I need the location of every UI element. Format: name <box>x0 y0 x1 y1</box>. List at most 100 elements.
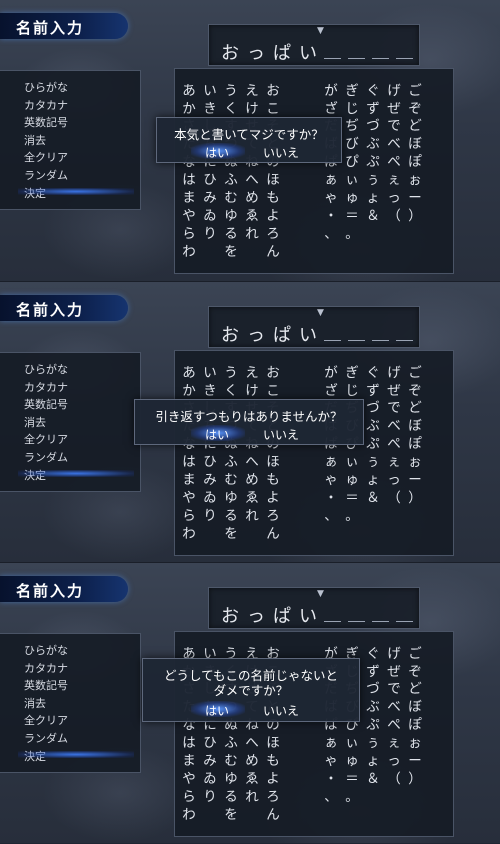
kana-key[interactable]: ぶ <box>362 132 384 152</box>
kana-key[interactable]: ぉ <box>404 731 426 751</box>
kana-key[interactable]: が <box>320 361 342 381</box>
kana-key[interactable]: め <box>241 749 263 769</box>
kana-key[interactable]: ・ <box>320 767 342 787</box>
menu-item[interactable]: ひらがな <box>24 361 68 377</box>
kana-key[interactable]: ー <box>404 468 426 488</box>
kana-key[interactable]: お <box>262 361 284 381</box>
kana-key[interactable]: ょ <box>362 749 384 769</box>
kana-key[interactable]: ー <box>404 749 426 769</box>
kana-key[interactable]: や <box>178 486 200 506</box>
kana-key[interactable]: ぃ <box>341 731 363 751</box>
kana-key[interactable]: わ <box>178 803 200 823</box>
kana-key[interactable]: ふ <box>220 450 242 470</box>
kana-key[interactable]: よ <box>262 767 284 787</box>
kana-key[interactable]: え <box>241 79 263 99</box>
kana-key[interactable]: 、 <box>320 222 342 242</box>
kana-key[interactable]: ろ <box>262 222 284 242</box>
no-button[interactable]: いいえ <box>263 702 299 719</box>
kana-key[interactable]: ら <box>178 504 200 524</box>
kana-key[interactable]: も <box>262 749 284 769</box>
kana-key[interactable]: べ <box>383 414 405 434</box>
kana-key[interactable]: ＆ <box>362 486 384 506</box>
kana-key[interactable]: ・ <box>320 204 342 224</box>
kana-key[interactable]: む <box>220 749 242 769</box>
kana-key[interactable]: ゆ <box>220 204 242 224</box>
kana-key[interactable]: ん <box>262 803 284 823</box>
menu-item[interactable]: 消去 <box>24 414 46 430</box>
no-button[interactable]: いいえ <box>263 144 299 161</box>
no-button[interactable]: いいえ <box>263 426 299 443</box>
menu-item[interactable]: カタカナ <box>24 97 68 113</box>
kana-key[interactable]: ぷ <box>362 432 384 452</box>
kana-key[interactable]: ど <box>404 114 426 134</box>
kana-key[interactable]: 。 <box>341 785 363 805</box>
menu-item[interactable]: ランダム <box>24 730 68 746</box>
kana-key[interactable]: ー <box>404 186 426 206</box>
menu-item[interactable]: カタカナ <box>24 379 68 395</box>
kana-key[interactable]: ひ <box>199 450 221 470</box>
kana-key[interactable]: ゑ <box>241 767 263 787</box>
kana-key[interactable]: ご <box>404 642 426 662</box>
kana-key[interactable]: る <box>220 222 242 242</box>
kana-key[interactable]: は <box>178 731 200 751</box>
yes-button[interactable]: はい <box>205 702 229 719</box>
kana-key[interactable]: ほ <box>262 731 284 751</box>
kana-key[interactable]: っ <box>383 749 405 769</box>
kana-key[interactable]: ぇ <box>383 450 405 470</box>
kana-key[interactable]: ぃ <box>341 168 363 188</box>
yes-button[interactable]: はい <box>205 144 229 161</box>
menu-item[interactable]: 消去 <box>24 132 46 148</box>
kana-key[interactable]: ぐ <box>362 79 384 99</box>
kana-key[interactable]: 。 <box>341 504 363 524</box>
kana-key[interactable]: づ <box>362 677 384 697</box>
kana-key[interactable]: べ <box>383 132 405 152</box>
menu-item[interactable]: 英数記号 <box>24 396 68 412</box>
kana-key[interactable]: ぇ <box>383 731 405 751</box>
kana-key[interactable]: る <box>220 504 242 524</box>
kana-key[interactable]: め <box>241 468 263 488</box>
kana-key[interactable]: ご <box>404 361 426 381</box>
kana-key[interactable]: ゑ <box>241 486 263 506</box>
kana-key[interactable]: を <box>220 803 242 823</box>
kana-key[interactable]: で <box>383 677 405 697</box>
kana-key[interactable]: ん <box>262 240 284 260</box>
kana-key[interactable]: る <box>220 785 242 805</box>
kana-key[interactable]: げ <box>383 361 405 381</box>
kana-key[interactable]: り <box>199 222 221 242</box>
kana-key[interactable]: べ <box>383 695 405 715</box>
kana-key[interactable]: ひ <box>199 731 221 751</box>
kana-key[interactable]: （ <box>383 767 405 787</box>
kana-key[interactable]: ゅ <box>341 186 363 206</box>
menu-item[interactable]: 全クリア <box>24 149 68 165</box>
kana-key[interactable]: ま <box>178 468 200 488</box>
kana-key[interactable]: ゆ <box>220 486 242 506</box>
kana-key[interactable]: （ <box>383 486 405 506</box>
kana-key[interactable]: ゆ <box>220 767 242 787</box>
kana-key[interactable]: で <box>383 396 405 416</box>
kana-key[interactable]: ） <box>404 204 426 224</box>
kana-key[interactable]: ぅ <box>362 450 384 470</box>
menu-item[interactable]: ランダム <box>24 449 68 465</box>
menu-item[interactable]: 英数記号 <box>24 114 68 130</box>
kana-key[interactable]: ゃ <box>320 468 342 488</box>
kana-key[interactable]: ん <box>262 522 284 542</box>
kana-key[interactable]: ぢ <box>341 114 363 134</box>
kana-key[interactable]: ぷ <box>362 150 384 170</box>
kana-key[interactable]: い <box>199 79 221 99</box>
kana-key[interactable]: へ <box>241 450 263 470</box>
kana-key[interactable]: っ <box>383 468 405 488</box>
kana-key[interactable]: ほ <box>262 450 284 470</box>
kana-key[interactable]: へ <box>241 168 263 188</box>
kana-key[interactable]: ぇ <box>383 168 405 188</box>
kana-key[interactable]: ぼ <box>404 132 426 152</box>
kana-key[interactable]: ぁ <box>320 168 342 188</box>
kana-key[interactable]: ぼ <box>404 414 426 434</box>
kana-key[interactable]: も <box>262 468 284 488</box>
kana-key[interactable]: ＆ <box>362 767 384 787</box>
kana-key[interactable]: ゑ <box>241 204 263 224</box>
kana-key[interactable]: を <box>220 522 242 542</box>
kana-key[interactable]: み <box>199 468 221 488</box>
kana-key[interactable]: ） <box>404 767 426 787</box>
kana-key[interactable]: ぐ <box>362 642 384 662</box>
kana-key[interactable]: ゐ <box>199 486 221 506</box>
